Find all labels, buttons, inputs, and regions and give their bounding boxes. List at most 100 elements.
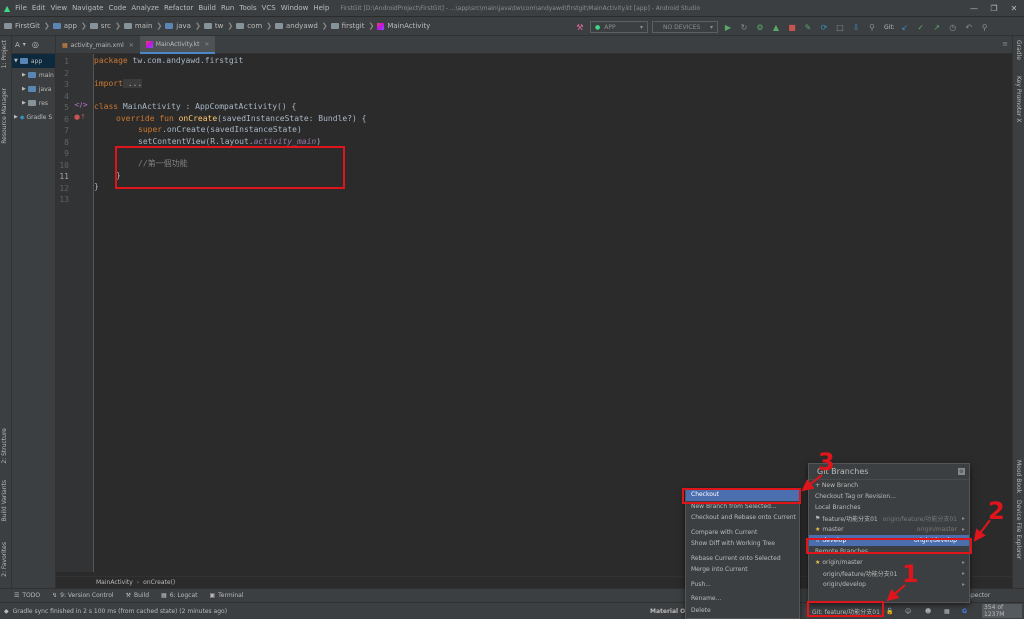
tool-version-control[interactable]: ↯ 9: Version Control (52, 592, 113, 599)
tool-device-file-explorer[interactable]: Device File Explorer (1015, 500, 1022, 559)
menu-refactor[interactable]: Refactor (164, 4, 193, 12)
inspector-icon[interactable]: ⚲ (866, 21, 878, 33)
remote-branch-master[interactable]: ★ origin/master ▸ (809, 557, 969, 568)
sdk-manager-icon[interactable]: ⇩ (850, 21, 862, 33)
tool-build-variants[interactable]: Build Variants (1, 480, 8, 521)
sync-icon[interactable]: ⟳ (818, 21, 830, 33)
tool-resource-manager[interactable]: Resource Manager (1, 88, 8, 144)
breadcrumb-firstgit[interactable]: firstgit ❯ (330, 22, 374, 30)
menu-compare-with-current[interactable]: Compare with Current (686, 527, 799, 539)
remote-branch-develop[interactable]: origin/develop ▸ (809, 579, 969, 590)
breadcrumb-function[interactable]: onCreate() (143, 579, 175, 586)
menu-analyze[interactable]: Analyze (131, 4, 159, 12)
tool-gradle[interactable]: Gradle (1015, 40, 1022, 60)
override-gutter-icon[interactable]: ●↑ (74, 113, 86, 121)
settings-icon[interactable]: ⚙ (958, 468, 965, 475)
menu-window[interactable]: Window (281, 4, 309, 12)
menu-edit[interactable]: Edit (32, 4, 46, 12)
breadcrumb-main[interactable]: main ❯ (123, 22, 162, 30)
tool-structure[interactable]: 2: Structure (1, 428, 8, 464)
hammer-icon[interactable]: ⚒ (574, 21, 586, 33)
tool-project[interactable]: 1: Project (1, 40, 8, 68)
remote-branch-feature[interactable]: origin/feature/功能分支01 ▸ (809, 568, 969, 579)
apply-changes-icon[interactable]: ↻ (738, 21, 750, 33)
tool-build[interactable]: ⚒ Build (126, 592, 149, 599)
menu-rename[interactable]: Rename... (686, 593, 799, 605)
breadcrumb-class[interactable]: MainActivity (96, 579, 133, 586)
rollback-icon[interactable]: ↶ (963, 21, 975, 33)
git-commit-icon[interactable]: ✓ (915, 21, 927, 33)
google-icon[interactable]: G (962, 608, 967, 615)
menu-tools[interactable]: Tools (239, 4, 256, 12)
tool-todo[interactable]: ☰ TODO (14, 592, 40, 599)
maximize-icon[interactable]: ❐ (984, 4, 1004, 13)
menu-merge-into-current[interactable]: Merge into Current (686, 564, 799, 576)
tab-activity-main-xml[interactable]: ▦ activity_main.xml ✕ (56, 36, 140, 54)
debug-icon[interactable]: ⚙ (754, 21, 766, 33)
breadcrumb-project[interactable]: FirstGit ❯ (4, 22, 50, 30)
breadcrumb-src[interactable]: src ❯ (89, 22, 121, 30)
attach-debugger-icon[interactable]: ✎ (802, 21, 814, 33)
trash-icon[interactable]: ▦ (944, 608, 950, 615)
breadcrumb-com[interactable]: com ❯ (236, 22, 272, 30)
run-icon[interactable]: ▶ (722, 21, 734, 33)
minimize-icon[interactable]: — (964, 4, 984, 13)
tree-item-manifests[interactable]: ▶ main (12, 68, 55, 82)
close-tab-icon[interactable]: ✕ (204, 41, 209, 48)
device-select[interactable]: NO DEVICES ▾ (652, 21, 718, 33)
tab-mainactivity-kt[interactable]: MainActivity.kt ✕ (139, 36, 216, 54)
search-icon[interactable]: ⚲ (979, 21, 991, 33)
project-view-selector[interactable]: A (15, 41, 20, 49)
menu-help[interactable]: Help (313, 4, 329, 12)
view-options-icon[interactable]: ▾ (23, 41, 26, 48)
status-message[interactable]: Gradle sync finished in 2 s 100 ms (from… (13, 608, 227, 615)
tool-favorites[interactable]: 2: Favorites (1, 542, 8, 577)
menu-run[interactable]: Run (221, 4, 234, 12)
breadcrumb-app[interactable]: app ❯ (52, 22, 87, 30)
stop-icon[interactable]: ■ (786, 21, 798, 33)
local-branch-master[interactable]: ★ master origin/master ▸ (809, 524, 969, 535)
git-push-icon[interactable]: ↗ (931, 21, 943, 33)
menu-checkout-and-rebase[interactable]: Checkout and Rebase onto Current (686, 512, 799, 524)
tree-item-java[interactable]: ▶ java (12, 82, 55, 96)
new-branch-item[interactable]: + New Branch (809, 480, 969, 491)
menu-build[interactable]: Build (198, 4, 216, 12)
profile-icon[interactable]: ▲ (770, 21, 782, 33)
avd-manager-icon[interactable]: □ (834, 21, 846, 33)
menu-delete[interactable]: Delete (686, 605, 799, 617)
menu-file[interactable]: File (15, 4, 27, 12)
tool-mood-book[interactable]: Mood Book (1015, 460, 1022, 493)
menu-view[interactable]: View (50, 4, 67, 12)
breadcrumb-tw[interactable]: tw ❯ (203, 22, 233, 30)
menu-push[interactable]: Push... (686, 579, 799, 591)
menu-vcs[interactable]: VCS (262, 4, 276, 12)
target-icon[interactable]: ◎ (32, 40, 39, 49)
folded-imports[interactable]: ... (122, 79, 143, 88)
close-tab-icon[interactable]: ✕ (129, 42, 134, 49)
breadcrumb-andyawd[interactable]: andyawd ❯ (275, 22, 328, 30)
menu-rebase-current[interactable]: Rebase Current onto Selected (686, 553, 799, 565)
tool-key-promoter[interactable]: Key Promoter X (1015, 76, 1022, 122)
emoji-icon[interactable]: ☺ (905, 608, 911, 615)
checkout-tag-item[interactable]: Checkout Tag or Revision... (809, 491, 969, 502)
tab-overflow-icon[interactable]: ≡ (1002, 40, 1008, 48)
breadcrumb-mainactivity[interactable]: MainActivity (377, 22, 430, 30)
menu-code[interactable]: Code (108, 4, 126, 12)
face-icon[interactable]: ☻ (925, 608, 931, 615)
tree-item-res[interactable]: ▶ res (12, 96, 55, 110)
close-icon[interactable]: ✕ (1004, 4, 1024, 13)
memory-indicator[interactable]: 354 of 1237M (982, 604, 1022, 618)
local-branch-feature[interactable]: ⚑ feature/功能分支01 origin/feature/功能分支01 ▸ (809, 513, 969, 524)
run-config-select[interactable]: ● APP ▾ (590, 21, 648, 33)
class-gutter-icon[interactable]: </> (74, 101, 88, 109)
tree-item-gradle-scripts[interactable]: ▶ ◆ Gradle S (12, 110, 55, 124)
breadcrumb-java[interactable]: java ❯ (165, 22, 201, 30)
tool-terminal[interactable]: ▣ Terminal (209, 592, 243, 599)
history-icon[interactable]: ◷ (947, 21, 959, 33)
menu-navigate[interactable]: Navigate (72, 4, 103, 12)
tool-logcat[interactable]: ▦ 6: Logcat (161, 592, 197, 599)
git-update-icon[interactable]: ↙ (899, 21, 911, 33)
tree-item-app[interactable]: ▼ app (12, 54, 55, 68)
menu-show-diff[interactable]: Show Diff with Working Tree (686, 538, 799, 550)
lock-icon[interactable]: 🔓 (886, 608, 893, 615)
